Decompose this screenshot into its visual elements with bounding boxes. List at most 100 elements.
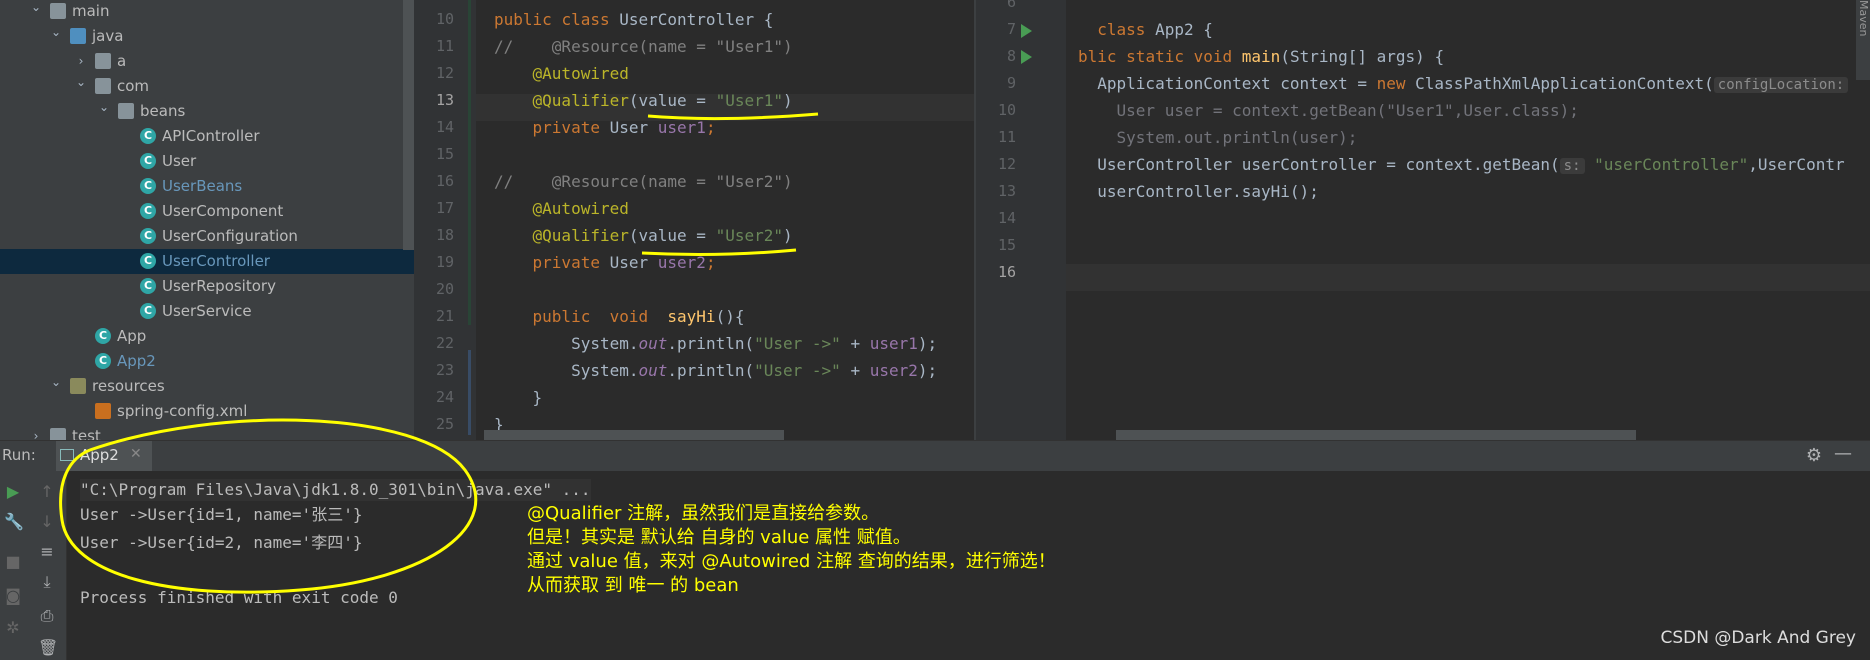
vertical-scrollbar[interactable]	[403, 0, 414, 250]
console-line: Process finished with exit code 0	[80, 588, 398, 607]
line-number: 23	[435, 361, 454, 379]
tree-item[interactable]: C App	[0, 324, 414, 349]
line-number: 22	[435, 334, 454, 352]
close-icon[interactable]: ✕	[130, 446, 142, 462]
tree-item[interactable]: ⌄ main	[0, 0, 414, 24]
maven-sidebar-tab[interactable]: Maven	[1856, 0, 1870, 80]
run-main-icon[interactable]	[1021, 50, 1032, 64]
gutter-right: 6 7 8 9 10 11 12 13 14 15 16	[976, 0, 1066, 440]
code-token: ;	[705, 118, 716, 137]
current-line-highlight	[1066, 264, 1870, 291]
line-number: 9	[1006, 74, 1016, 92]
stop-icon[interactable]: ■	[4, 553, 22, 571]
class-icon: C	[140, 253, 156, 269]
code-token: user2	[869, 361, 918, 380]
tree-item[interactable]: C UserRepository	[0, 274, 414, 299]
print-icon[interactable]: ⎙	[38, 607, 56, 625]
line-number: 14	[997, 209, 1016, 227]
tree-item-label: UserRepository	[162, 277, 276, 295]
code-token: class	[1078, 20, 1156, 39]
project-tree[interactable]: ⌄ main ⌄ java › a ⌄ com ⌄ beans C APIController C Use…	[0, 0, 414, 440]
arrow-up-icon[interactable]: ↑	[38, 483, 56, 501]
arrow-down-icon[interactable]: ↓	[38, 513, 56, 531]
line-number: 20	[435, 280, 454, 298]
annotation-line: 但是！其实是 默认给 自身的 value 属性 赋值。	[527, 527, 911, 548]
horizontal-scrollbar[interactable]	[484, 430, 784, 440]
code-token: System.	[494, 361, 639, 380]
code-token: +	[840, 334, 870, 353]
vcs-change-marker	[468, 0, 471, 325]
annotation-line: 从而获取 到 唯一 的 bean	[527, 575, 739, 596]
code-line: ApplicationContext context = new ClassPa…	[1078, 70, 1849, 97]
line-number: 13	[435, 91, 454, 109]
line-number: 19	[435, 253, 454, 271]
rerun-icon[interactable]: ▶	[4, 483, 22, 501]
tree-item[interactable]: C UserController	[0, 249, 414, 274]
code-line: }	[494, 384, 543, 411]
tree-item[interactable]: spring-config.xml	[0, 399, 414, 424]
code-token: System.out.println(user);	[1078, 128, 1358, 147]
chevron-down-icon[interactable]: ⌄	[98, 95, 110, 120]
wrench-icon[interactable]: 🔧	[4, 513, 24, 531]
code-token: s:	[1559, 158, 1585, 174]
tree-item-label: UserBeans	[162, 177, 243, 195]
tree-item[interactable]: ⌄ resources	[0, 374, 414, 399]
code-line: public class UserController {	[494, 6, 773, 33]
class-icon: C	[95, 328, 111, 344]
tree-item[interactable]: C UserComponent	[0, 199, 414, 224]
chevron-down-icon[interactable]: ⌄	[75, 70, 87, 95]
tree-item[interactable]: › test	[0, 424, 414, 440]
trash-icon[interactable]: 🗑	[38, 639, 58, 657]
tree-item-label: UserComponent	[162, 202, 284, 220]
code-token: (value =	[628, 91, 716, 110]
tree-item[interactable]: C App2	[0, 349, 414, 374]
tree-item[interactable]: ⌄ java	[0, 24, 414, 49]
chevron-down-icon[interactable]: ⌄	[30, 0, 42, 20]
settings-icon[interactable]: ✲	[4, 619, 22, 637]
line-number: 25	[435, 415, 454, 433]
code-line: class App2 {	[1078, 16, 1213, 43]
code-token: }	[494, 388, 543, 407]
run-label: Run:	[2, 446, 36, 464]
editor-user-controller[interactable]: 10 11 12 13 14 15 16 17 18 19 20 21 22 23 24 25 public …	[414, 0, 974, 440]
code-line: blic static void main(String[] args) {	[1078, 43, 1444, 70]
code-token: "User ->"	[754, 334, 841, 353]
code-token: App2 {	[1155, 20, 1213, 39]
run-toolbar: ▶ 🔧 ■ ◙ ✲	[0, 471, 28, 660]
chevron-down-icon[interactable]: ⌄	[50, 370, 62, 395]
tree-item[interactable]: ⌄ com	[0, 74, 414, 99]
console-line: "C:\Program Files\Java\jdk1.8.0_301\bin\…	[80, 479, 591, 501]
line-number: 10	[997, 101, 1016, 119]
tree-item[interactable]: › a	[0, 49, 414, 74]
line-number: 18	[435, 226, 454, 244]
tree-item[interactable]: C User	[0, 149, 414, 174]
chevron-right-icon[interactable]: ›	[30, 424, 42, 440]
code-token: out	[638, 334, 668, 353]
line-number: 11	[435, 37, 454, 55]
maven-label: Maven	[1857, 0, 1870, 37]
gear-icon[interactable]: ⚙	[1806, 445, 1822, 466]
line-number: 8	[1006, 47, 1016, 65]
scroll-to-end-icon[interactable]: ⤓	[38, 573, 56, 591]
run-class-icon[interactable]	[1021, 24, 1032, 38]
tree-item[interactable]: C APIController	[0, 124, 414, 149]
tree-item[interactable]: C UserBeans	[0, 174, 414, 199]
class-icon: C	[95, 353, 111, 369]
tree-item[interactable]: C UserService	[0, 299, 414, 324]
line-number: 13	[997, 182, 1016, 200]
editor-app2[interactable]: 6 7 8 9 10 11 12 13 14 15 16 class App2 {blic stat…	[976, 0, 1870, 440]
tree-item-label: UserService	[162, 302, 252, 320]
class-icon: C	[140, 153, 156, 169]
console-toolbar: ↑ ↓ ≡ ⤓ ⎙ 🗑	[28, 471, 67, 660]
line-number: 17	[435, 199, 454, 217]
folder-icon	[50, 428, 66, 440]
soft-wrap-icon[interactable]: ≡	[38, 543, 56, 561]
tree-item[interactable]: C UserConfiguration	[0, 224, 414, 249]
camera-icon[interactable]: ◙	[4, 587, 22, 605]
chevron-down-icon[interactable]: ⌄	[50, 20, 62, 45]
horizontal-scrollbar[interactable]	[1116, 430, 1636, 440]
class-icon: C	[140, 128, 156, 144]
run-tab-app2[interactable]: App2 ✕	[56, 441, 152, 471]
tree-item[interactable]: ⌄ beans	[0, 99, 414, 124]
minimize-icon[interactable]: —	[1834, 443, 1852, 464]
